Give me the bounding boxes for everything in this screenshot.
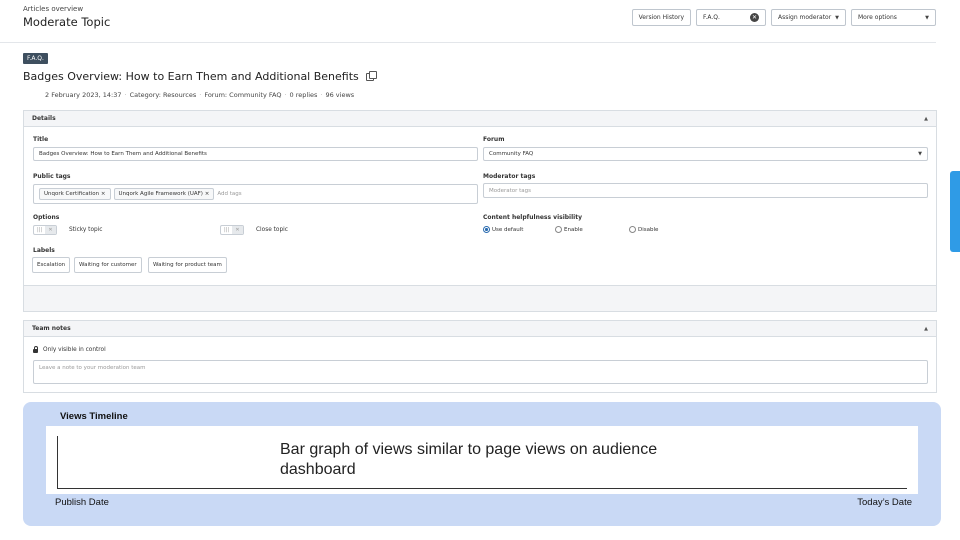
team-notes-heading: Team notes — [32, 325, 71, 332]
radio-disable[interactable]: Disable — [629, 226, 658, 233]
views-timeline: Views Timeline Bar graph of views simila… — [23, 402, 941, 526]
close-topic-label: Close topic — [256, 227, 288, 233]
timeline-start-label: Publish Date — [55, 497, 109, 508]
details-panel: Details ▲ Title Badges Overview: How to … — [23, 110, 937, 312]
helpfulness-label: Content helpfulness visibility — [483, 214, 583, 221]
assign-moderator-dropdown[interactable]: Assign moderator ▼ — [771, 9, 846, 26]
radio-selected-icon — [483, 226, 490, 233]
caret-down-icon: ▼ — [918, 151, 922, 157]
caret-down-icon: ▼ — [925, 14, 929, 21]
page-title: Moderate Topic — [23, 15, 111, 29]
label-waiting-customer[interactable]: Waiting for customer — [74, 257, 142, 273]
visibility-text: Only visible in control — [43, 347, 106, 353]
topic-title-row: Badges Overview: How to Earn Them and Ad… — [23, 70, 377, 83]
details-header[interactable]: Details ▲ — [24, 111, 936, 127]
labels-label: Labels — [33, 247, 55, 254]
sticky-topic-toggle[interactable]: ||| ✕ — [33, 225, 57, 235]
assign-moderator-label: Assign moderator — [778, 14, 832, 21]
public-tags-input[interactable]: Unqork Certification × Unqork Agile Fram… — [33, 184, 478, 204]
details-heading: Details — [32, 115, 56, 122]
version-history-button[interactable]: Version History — [631, 9, 691, 26]
title-input[interactable]: Badges Overview: How to Earn Them and Ad… — [33, 147, 478, 161]
forum-select[interactable]: Community FAQ ▼ — [483, 147, 928, 161]
public-tags-label: Public tags — [33, 173, 71, 180]
radio-label: Enable — [564, 226, 583, 233]
moderator-tags-input[interactable]: Moderator tags — [483, 183, 928, 198]
category-select[interactable]: F.A.Q. ✕ — [696, 9, 766, 26]
moderator-tags-label: Moderator tags — [483, 173, 536, 180]
radio-label: Disable — [638, 226, 659, 233]
feedback-side-tab[interactable] — [950, 171, 960, 252]
visibility-note: Only visible in control — [33, 346, 106, 353]
team-notes-panel: Team notes ▲ Only visible in control Lea… — [23, 320, 937, 393]
timeline-end-label: Today’s Date — [857, 497, 912, 508]
chevron-up-icon[interactable]: ▲ — [924, 326, 928, 332]
radio-label: Use default — [492, 226, 524, 233]
meta-replies: 0 replies — [289, 91, 318, 99]
add-tags-placeholder[interactable]: Add tags — [217, 191, 241, 197]
meta-views: 96 views — [325, 91, 355, 99]
team-notes-header[interactable]: Team notes ▲ — [24, 321, 936, 337]
topic-meta: 2 February 2023, 14:37 · Category: Resour… — [45, 91, 355, 99]
breadcrumb[interactable]: Articles overview — [23, 5, 83, 13]
timeline-chart-area: Bar graph of views similar to page views… — [46, 426, 918, 494]
radio-icon — [629, 226, 636, 233]
timeline-x-axis — [57, 488, 907, 489]
label-waiting-product-team[interactable]: Waiting for product team — [148, 257, 227, 273]
header-divider — [0, 42, 936, 43]
lock-icon — [33, 346, 38, 353]
tag-chip[interactable]: Unqork Certification × — [39, 188, 111, 200]
timeline-title: Views Timeline — [60, 411, 128, 422]
radio-enable[interactable]: Enable — [555, 226, 583, 233]
options-label: Options — [33, 214, 60, 221]
timeline-y-axis — [57, 436, 58, 488]
team-note-input[interactable]: Leave a note to your moderation team — [33, 360, 928, 384]
forum-value: Community FAQ — [489, 151, 534, 157]
radio-use-default[interactable]: Use default — [483, 226, 523, 233]
close-topic-toggle[interactable]: ||| ✕ — [220, 225, 244, 235]
title-label: Title — [33, 136, 49, 143]
topic-title: Badges Overview: How to Earn Them and Ad… — [23, 70, 359, 83]
more-options-label: More options — [858, 14, 897, 21]
tag-chip[interactable]: Unqork Agile Framework (UAF) × — [113, 188, 215, 200]
meta-category: Category: Resources — [129, 91, 197, 99]
category-badge: F.A.Q. — [23, 53, 48, 64]
header-actions: Version History F.A.Q. ✕ Assign moderato… — [631, 9, 936, 26]
details-footer — [24, 285, 936, 311]
category-value: F.A.Q. — [703, 14, 720, 21]
clear-icon[interactable]: ✕ — [750, 13, 759, 22]
timeline-placeholder-text: Bar graph of views similar to page views… — [280, 441, 658, 478]
tag-label: Unqork Agile Framework (UAF) — [118, 191, 203, 197]
sticky-topic-label: Sticky topic — [69, 227, 103, 233]
chevron-up-icon[interactable]: ▲ — [924, 116, 928, 122]
caret-down-icon: ▼ — [835, 14, 839, 21]
tag-label: Unqork Certification — [44, 191, 100, 197]
meta-forum: Forum: Community FAQ — [204, 91, 282, 99]
radio-icon — [555, 226, 562, 233]
forum-label: Forum — [483, 136, 505, 143]
meta-date: 2 February 2023, 14:37 — [45, 91, 122, 99]
label-escalation[interactable]: Escalation — [32, 257, 71, 273]
more-options-dropdown[interactable]: More options ▼ — [851, 9, 936, 26]
copy-icon[interactable] — [365, 70, 377, 81]
